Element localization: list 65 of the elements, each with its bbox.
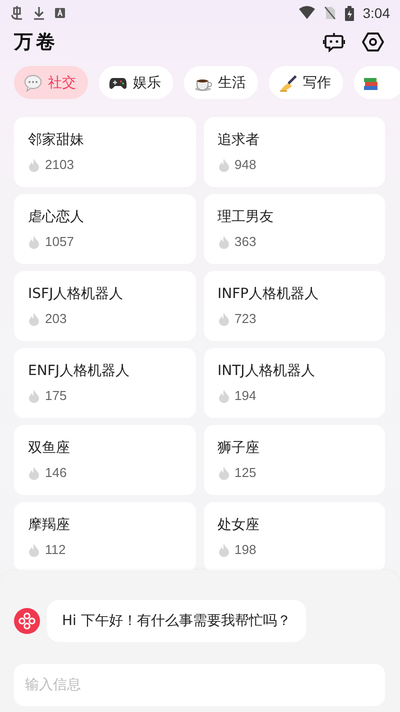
chat-message: Hi 下午好！有什么事需要我帮忙吗？	[47, 600, 306, 642]
character-name: 狮子座	[218, 439, 260, 457]
flame-icon	[28, 312, 40, 326]
flame-icon	[28, 234, 40, 248]
flame-icon	[218, 542, 230, 556]
flame-icon	[28, 388, 40, 402]
no-sim-icon	[324, 6, 336, 20]
popularity-count: 948	[234, 157, 256, 172]
flame-icon	[218, 234, 230, 248]
popularity-count: 198	[234, 542, 256, 557]
popularity-count: 194	[234, 388, 256, 403]
popularity-count: 112	[45, 542, 66, 557]
popularity-count: 363	[234, 234, 256, 249]
wifi-icon	[298, 6, 315, 20]
download-icon	[33, 6, 45, 20]
flame-icon	[28, 542, 40, 556]
message-input[interactable]: 输入信息	[14, 664, 385, 706]
character-name: 邻家甜妹	[28, 131, 85, 149]
character-name: 理工男友	[218, 208, 274, 226]
character-name: 处女座	[218, 516, 260, 534]
character-card[interactable]: 理工男友 363	[204, 194, 385, 264]
character-card[interactable]: ISFJ人格机器人 203	[14, 271, 196, 341]
popularity-count: 1057	[45, 234, 74, 249]
flame-icon	[218, 312, 230, 326]
popularity-count: 203	[45, 311, 67, 326]
flame-icon	[28, 158, 40, 172]
battery-icon	[344, 6, 354, 20]
flame-icon	[218, 466, 230, 480]
character-name: 摩羯座	[28, 516, 71, 534]
category-tab[interactable]: 生活	[184, 66, 258, 99]
character-card[interactable]: 追求者 948	[204, 117, 385, 187]
character-name: INFP人格机器人	[218, 285, 320, 303]
assistant-avatar-icon	[14, 608, 40, 634]
flame-icon	[28, 466, 40, 480]
speech-bubble-icon	[24, 74, 42, 92]
character-name: 虐心恋人	[28, 208, 85, 226]
category-tab[interactable]	[354, 66, 400, 99]
character-card[interactable]: INTJ人格机器人 194	[204, 348, 385, 418]
status-time: 3:04	[362, 5, 390, 21]
character-card[interactable]: ENFJ人格机器人 175	[14, 348, 196, 418]
flame-icon	[218, 388, 230, 402]
popularity-count: 723	[234, 311, 256, 326]
character-card[interactable]: 狮子座 125	[204, 425, 385, 495]
flame-icon	[218, 158, 230, 172]
character-card[interactable]: INFP人格机器人 723	[204, 271, 385, 341]
character-name: 双鱼座	[28, 439, 71, 457]
popularity-count: 146	[45, 465, 67, 480]
character-card[interactable]: 摩羯座 112	[14, 502, 196, 572]
keyboard-icon	[54, 7, 66, 19]
settings-icon[interactable]	[362, 31, 384, 53]
character-name: 追求者	[218, 131, 260, 149]
character-name: INTJ人格机器人	[218, 362, 316, 380]
robot-icon[interactable]	[323, 31, 345, 53]
character-card[interactable]: 虐心恋人 1057	[14, 194, 196, 264]
app-title: 万卷	[14, 30, 58, 55]
category-tab[interactable]: 写作	[269, 66, 343, 99]
character-name: ENFJ人格机器人	[28, 362, 130, 380]
character-card[interactable]: 处女座 198	[204, 502, 385, 572]
character-card[interactable]: 邻家甜妹 2103	[14, 117, 196, 187]
popularity-count: 175	[45, 388, 67, 403]
category-tab[interactable]: 娱乐	[99, 66, 173, 99]
popularity-count: 2103	[45, 157, 74, 172]
character-card[interactable]: 双鱼座 146	[14, 425, 196, 495]
popularity-count: 125	[234, 465, 256, 480]
character-name: ISFJ人格机器人	[28, 285, 124, 303]
